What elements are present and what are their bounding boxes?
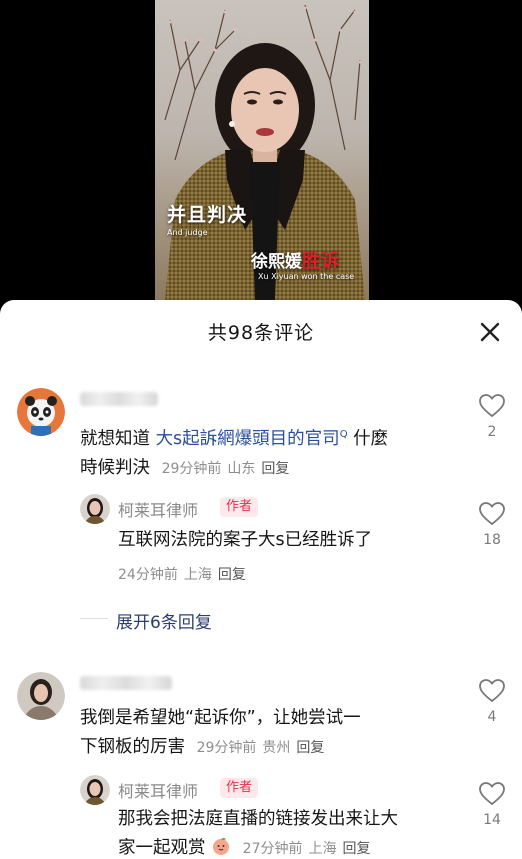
author-name[interactable]: 柯莱耳律师 <box>118 778 198 802</box>
caption2-win: 胜诉 <box>302 250 341 272</box>
panda-avatar-icon <box>17 388 65 436</box>
reply-button[interactable]: 回复 <box>296 740 324 756</box>
comment-location: 山东 <box>227 460 256 477</box>
expand-replies-label: 展开6条回复 <box>116 613 212 633</box>
like-button[interactable]: 18 <box>477 502 507 548</box>
expand-divider <box>80 618 108 619</box>
comments-sheet: 共98条评论 就想知道 大s起訴網爆頭目的官司Q 什麼 時候判決 29分钟前 山东… <box>0 300 522 859</box>
author-reply-text: 那我会把法庭直播的链接发出来让大 家一起观赏 27分钟前 上海 回复 <box>118 805 468 859</box>
like-button[interactable]: 2 <box>477 394 507 440</box>
video-frame: 并且判决 And judge 徐熙媛胜诉 Xu Xiyuan won the c… <box>155 0 369 300</box>
reply-button[interactable]: 回复 <box>261 461 289 477</box>
commenter-avatar[interactable] <box>17 672 65 720</box>
search-keyword-link[interactable]: 大s起訴網爆頭目的官司 <box>156 429 340 449</box>
author-reply-line2: 家一起观赏 <box>118 838 206 858</box>
comment-time: 29分钟前 <box>161 460 222 477</box>
heart-icon <box>479 502 505 526</box>
comment-text: 就想知道 大s起訴網爆頭目的官司Q 什麼 時候判決 29分钟前 山东 回复 <box>80 420 460 484</box>
author-reply-line1: 那我会把法庭直播的链接发出来让大 <box>118 809 398 829</box>
reply-location: 上海 <box>183 567 212 583</box>
comment-text-after: 什麼 <box>347 428 389 449</box>
commenter-avatar[interactable] <box>17 388 65 436</box>
comment-meta: 29分钟前 贵州 回复 <box>191 740 325 756</box>
comment-text-line2: 下钢板的厉害 <box>80 737 185 757</box>
heart-icon <box>479 394 505 418</box>
author-tag: 作者 <box>220 778 259 798</box>
reply-button[interactable]: 回复 <box>218 567 246 583</box>
comment-location: 贵州 <box>262 740 291 756</box>
author-name[interactable]: 柯莱耳律师 <box>118 497 198 521</box>
like-button[interactable]: 14 <box>477 782 507 828</box>
expand-replies-button[interactable]: 展开6条回复 <box>80 608 212 633</box>
like-count: 18 <box>483 532 501 548</box>
video-caption-en: And judge <box>167 228 208 237</box>
video-caption2-cn: 徐熙媛胜诉 <box>251 246 340 273</box>
author-avatar[interactable] <box>80 775 110 805</box>
search-sup-icon: Q <box>339 429 348 440</box>
like-count: 2 <box>487 424 497 440</box>
photo-avatar-icon <box>17 672 65 720</box>
comments-title: 共98条评论 <box>207 322 315 344</box>
reply-location: 上海 <box>308 841 337 857</box>
like-count: 14 <box>483 812 501 828</box>
author-reply-meta: 27分钟前 上海 回复 <box>237 841 371 857</box>
comment-text-line1: 我倒是希望她“起诉你”，让她尝试一 <box>80 708 361 728</box>
author-tag: 作者 <box>220 497 259 517</box>
author-avatar[interactable] <box>80 494 110 524</box>
author-avatar-image <box>80 494 110 524</box>
reply-time: 27分钟前 <box>242 841 303 857</box>
commenter-name-blurred[interactable] <box>80 676 172 690</box>
peach-emoji-icon <box>213 838 230 855</box>
like-button[interactable]: 4 <box>477 679 507 725</box>
caption2-name: 徐熙媛 <box>251 252 302 272</box>
video-player[interactable]: 并且判决 And judge 徐熙媛胜诉 Xu Xiyuan won the c… <box>0 0 522 300</box>
like-count: 4 <box>487 709 497 725</box>
heart-icon <box>479 782 505 806</box>
reply-time: 24分钟前 <box>118 567 178 583</box>
comment-text-before: 就想知道 <box>80 428 156 449</box>
author-reply-meta: 24分钟前 上海 回复 <box>118 564 252 584</box>
author-avatar-image <box>80 775 110 805</box>
commenter-name-blurred[interactable] <box>80 392 158 406</box>
close-icon[interactable] <box>478 320 502 344</box>
video-caption2-en: Xu Xiyuan won the case <box>258 272 355 281</box>
author-reply-text: 互联网法院的案子大s已经胜诉了 <box>118 530 373 550</box>
comment-meta: 29分钟前 山东 回复 <box>156 461 290 477</box>
reply-button[interactable]: 回复 <box>342 841 370 857</box>
heart-icon <box>479 679 505 703</box>
comment-time: 29分钟前 <box>196 740 257 756</box>
video-caption-cn: 并且判决 <box>167 204 248 226</box>
comment-text-line2: 時候判決 <box>80 457 150 478</box>
comment-text: 我倒是希望她“起诉你”，让她尝试一 下钢板的厉害 29分钟前 贵州 回复 <box>80 704 470 763</box>
